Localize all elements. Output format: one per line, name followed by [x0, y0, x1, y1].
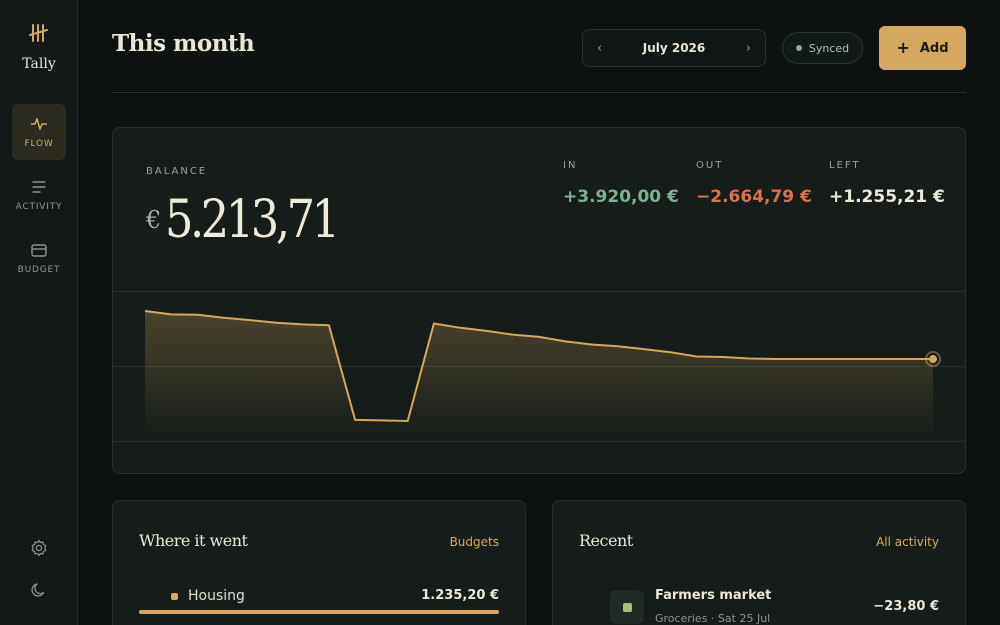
card-title: Recent [579, 531, 633, 550]
expense-value: −2.664,79 € [696, 187, 812, 207]
chevron-left-icon[interactable]: ‹ [597, 41, 602, 56]
category-name: Housing [188, 588, 245, 604]
sidebar: Tally FLOW ACTIVITY BUDGET [0, 0, 78, 625]
category-row[interactable]: Housing 1.235,20 € [139, 587, 499, 615]
budgets-link[interactable]: Budgets [450, 535, 499, 549]
category-icon [610, 590, 644, 624]
balance-chart [113, 291, 965, 442]
category-dot [171, 593, 178, 600]
category-amount: 1.235,20 € [421, 588, 499, 603]
app-name: Tally [22, 56, 56, 72]
moon-icon[interactable] [29, 580, 49, 600]
income-stat: IN +3.920,00 € [563, 160, 679, 207]
status-dot [795, 45, 802, 51]
month-picker: ‹ July 2026 › [582, 29, 766, 67]
remaining-label: LEFT [829, 160, 861, 171]
sidebar-item-flow[interactable]: FLOW [12, 104, 66, 160]
expense-label: OUT [696, 160, 724, 171]
balance-area [145, 311, 933, 441]
add-button[interactable]: + Add [879, 26, 966, 70]
all-activity-link[interactable]: All activity [876, 535, 939, 549]
list-icon [32, 181, 46, 193]
transaction-meta: Groceries · Sat 25 Jul [655, 612, 771, 625]
expense-stat: OUT −2.664,79 € [696, 160, 812, 207]
recent-card: Recent All activity Farmers market Groce… [552, 500, 966, 625]
income-label: IN [563, 160, 578, 171]
month-label: July 2026 [642, 41, 706, 55]
currency-symbol: € [146, 206, 162, 234]
sidebar-item-budget[interactable]: BUDGET [12, 230, 66, 286]
sidebar-item-activity[interactable]: ACTIVITY [12, 167, 66, 223]
sync-status-label: Synced [808, 41, 850, 55]
balance-amount: 5.213,71 [165, 190, 340, 250]
spending-card: Where it went Budgets Housing 1.235,20 € [112, 500, 526, 625]
transaction-name: Farmers market [655, 588, 772, 603]
page-title: This month [112, 30, 255, 57]
remaining-value: +1.255,21 € [829, 187, 945, 207]
plus-icon: + [896, 38, 910, 57]
sidebar-item-label: BUDGET [17, 265, 61, 275]
balance-label: BALANCE [146, 166, 208, 177]
transaction-amount: −23,80 € [873, 599, 939, 614]
card-title: Where it went [139, 531, 248, 550]
sidebar-item-label: ACTIVITY [15, 202, 63, 212]
income-value: +3.920,00 € [563, 187, 679, 207]
pulse-icon [31, 118, 47, 130]
tally-logo-icon [29, 24, 48, 42]
gear-icon[interactable] [29, 538, 49, 558]
sidebar-item-label: FLOW [24, 139, 54, 149]
category-progress-bar [139, 610, 499, 614]
wallet-icon [31, 244, 47, 257]
chevron-right-icon[interactable]: › [746, 41, 751, 56]
current-point [929, 355, 937, 364]
divider [112, 92, 966, 93]
remaining-stat: LEFT +1.255,21 € [829, 160, 945, 207]
add-button-label: Add [919, 40, 949, 56]
sync-status-badge: Synced [782, 32, 863, 64]
balance-card: BALANCE € 5.213,71 IN +3.920,00 € OUT −2… [112, 127, 966, 474]
